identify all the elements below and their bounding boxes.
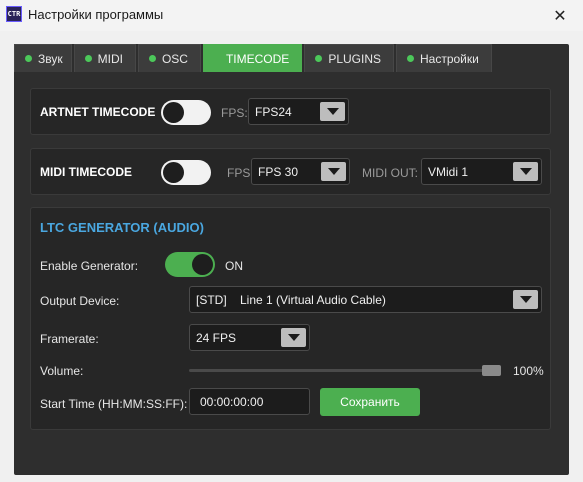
generator-state-text: ON bbox=[225, 259, 243, 273]
chevron-down-icon bbox=[281, 328, 306, 347]
tab-label: OSC bbox=[161, 51, 188, 66]
save-button[interactable]: Сохранить bbox=[320, 388, 420, 416]
select-value: VMidi 1 bbox=[428, 164, 469, 179]
artnet-title: ARTNET TIMECODE bbox=[40, 105, 156, 119]
window-title: Настройки программы bbox=[28, 7, 164, 22]
tab-settings[interactable]: Настройки bbox=[396, 44, 492, 72]
toggle-knob bbox=[192, 254, 213, 275]
framerate-select[interactable]: 24 FPS bbox=[189, 324, 310, 351]
toggle-knob bbox=[163, 102, 184, 123]
tab-label: MIDI bbox=[97, 51, 123, 66]
tab-osc[interactable]: OSC bbox=[137, 44, 201, 72]
status-dot-icon bbox=[148, 55, 156, 62]
midi-fps-label: FPS: bbox=[227, 166, 254, 180]
midi-out-select[interactable]: VMidi 1 bbox=[421, 158, 542, 185]
tab-label: PLUGINS bbox=[328, 51, 381, 66]
midi-timecode-panel: MIDI TIMECODE FPS: FPS 30 MIDI OUT: VMid… bbox=[30, 148, 551, 195]
artnet-timecode-panel: ARTNET TIMECODE FPS: FPS24 bbox=[30, 88, 551, 135]
chevron-down-icon bbox=[320, 102, 345, 121]
ltc-title: LTC GENERATOR (AUDIO) bbox=[40, 220, 204, 235]
output-device-label: Output Device: bbox=[40, 294, 120, 308]
select-value: FPS24 bbox=[255, 104, 292, 119]
chevron-down-icon bbox=[513, 162, 538, 181]
enable-generator-toggle[interactable] bbox=[165, 252, 215, 277]
volume-label: Volume: bbox=[40, 364, 84, 378]
enable-generator-label: Enable Generator: bbox=[40, 259, 139, 273]
start-time-input[interactable]: 00:00:00:00 bbox=[189, 388, 310, 415]
midi-toggle[interactable] bbox=[161, 160, 211, 185]
select-value: FPS 30 bbox=[258, 164, 299, 179]
tab-bar: Звук MIDI OSC TIMECODE PLUGINS Настройки bbox=[14, 44, 494, 72]
app-icon: CTR bbox=[6, 6, 22, 22]
chevron-down-icon bbox=[513, 290, 538, 309]
status-dot-icon bbox=[315, 55, 323, 62]
window-edge bbox=[569, 44, 583, 475]
tab-midi[interactable]: MIDI bbox=[73, 44, 136, 72]
status-dot-icon bbox=[25, 55, 32, 62]
tab-sound[interactable]: Звук bbox=[14, 44, 72, 72]
start-time-label: Start Time (HH:MM:SS:FF): bbox=[40, 397, 188, 411]
volume-value: 100% bbox=[513, 364, 544, 378]
artnet-fps-select[interactable]: FPS24 bbox=[248, 98, 349, 125]
midi-out-label: MIDI OUT: bbox=[362, 166, 418, 180]
close-icon: ✕ bbox=[553, 7, 567, 25]
toggle-knob bbox=[163, 162, 184, 183]
volume-slider-handle[interactable] bbox=[482, 365, 501, 376]
tab-label: Настройки bbox=[420, 51, 479, 66]
tab-label: TIMECODE bbox=[225, 51, 290, 66]
status-dot-icon bbox=[84, 55, 92, 62]
save-button-label: Сохранить bbox=[340, 395, 400, 409]
ltc-generator-panel: LTC GENERATOR (AUDIO) Enable Generator: … bbox=[30, 207, 551, 430]
volume-slider[interactable] bbox=[189, 369, 501, 372]
title-bar: CTR Настройки программы ✕ bbox=[0, 0, 583, 31]
midi-title: MIDI TIMECODE bbox=[40, 165, 132, 179]
artnet-toggle[interactable] bbox=[161, 100, 211, 125]
midi-fps-select[interactable]: FPS 30 bbox=[251, 158, 350, 185]
chevron-down-icon bbox=[321, 162, 346, 181]
framerate-label: Framerate: bbox=[40, 332, 99, 346]
settings-window: Звук MIDI OSC TIMECODE PLUGINS Настройки… bbox=[14, 44, 569, 475]
output-device-select[interactable]: [STD] Line 1 (Virtual Audio Cable) bbox=[189, 286, 542, 313]
tab-timecode[interactable]: TIMECODE bbox=[202, 44, 303, 72]
input-value: 00:00:00:00 bbox=[200, 394, 264, 409]
select-value: 24 FPS bbox=[196, 330, 237, 345]
artnet-fps-label: FPS: bbox=[221, 106, 248, 120]
close-button[interactable]: ✕ bbox=[537, 0, 583, 31]
status-dot-icon bbox=[407, 55, 414, 62]
select-value: [STD] Line 1 (Virtual Audio Cable) bbox=[196, 292, 386, 307]
tab-label: Звук bbox=[38, 51, 63, 66]
tab-plugins[interactable]: PLUGINS bbox=[304, 44, 394, 72]
